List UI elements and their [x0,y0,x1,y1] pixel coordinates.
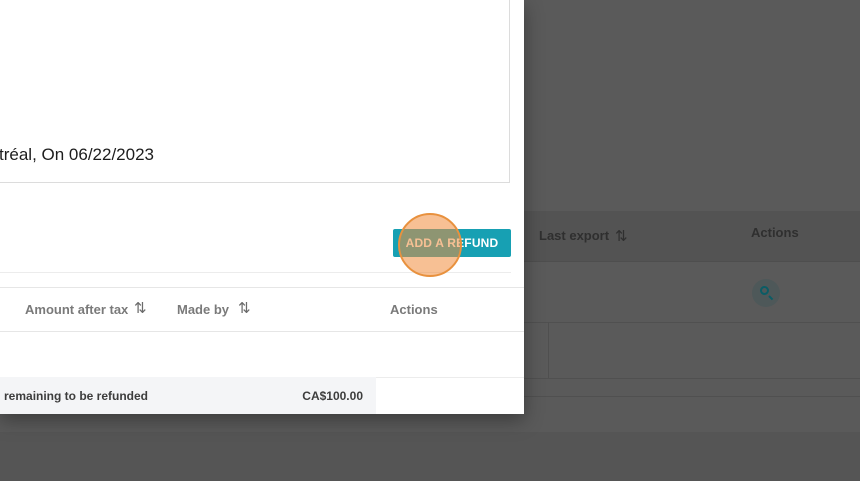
sort-arrows-icon[interactable]: ⇅ [134,299,147,317]
refund-summary-row: remaining to be refunded CA$100.00 [0,377,376,414]
column-header-last-export: Last export [539,228,610,243]
column-header-made-by[interactable]: Made by [177,302,229,317]
table-row [524,378,860,397]
view-details-button[interactable] [752,279,780,307]
table-row [524,262,860,323]
note-text: tréal, On 06/22/2023 [0,145,155,164]
table-row [524,322,860,379]
column-header-actions: Actions [751,225,799,240]
table-row [524,396,860,433]
row-divider [376,377,524,378]
background-footer-area [0,432,860,481]
column-header-amount-after-tax[interactable]: Amount after tax [25,302,128,317]
summary-label: remaining to be refunded [4,389,149,403]
refunds-table-header: Amount after tax ⇅ Made by ⇅ Actions [0,287,524,332]
column-header-actions: Actions [390,302,438,317]
refund-modal: tréal, On 06/22/2023 ADD A REFUND Amount… [0,0,524,414]
summary-amount: CA$100.00 [302,389,363,403]
sort-arrows-icon: ⇅ [615,228,628,245]
sort-arrows-icon[interactable]: ⇅ [238,299,251,317]
note-text-area[interactable]: tréal, On 06/22/2023 [0,0,510,183]
column-divider [548,322,549,378]
zoom-in-icon [760,286,769,295]
click-indicator [398,213,462,277]
